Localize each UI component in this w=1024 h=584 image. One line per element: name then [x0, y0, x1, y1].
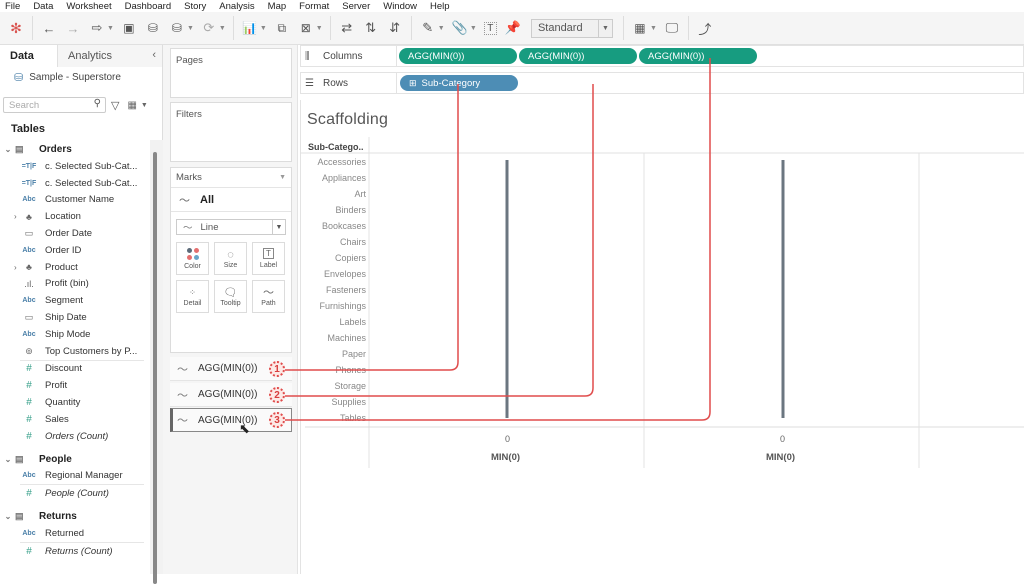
annotation-line-3 [285, 58, 711, 421]
annotation-line-2 [285, 84, 594, 397]
annotation-line-1 [285, 84, 459, 371]
chart-overlay [285, 58, 1024, 468]
